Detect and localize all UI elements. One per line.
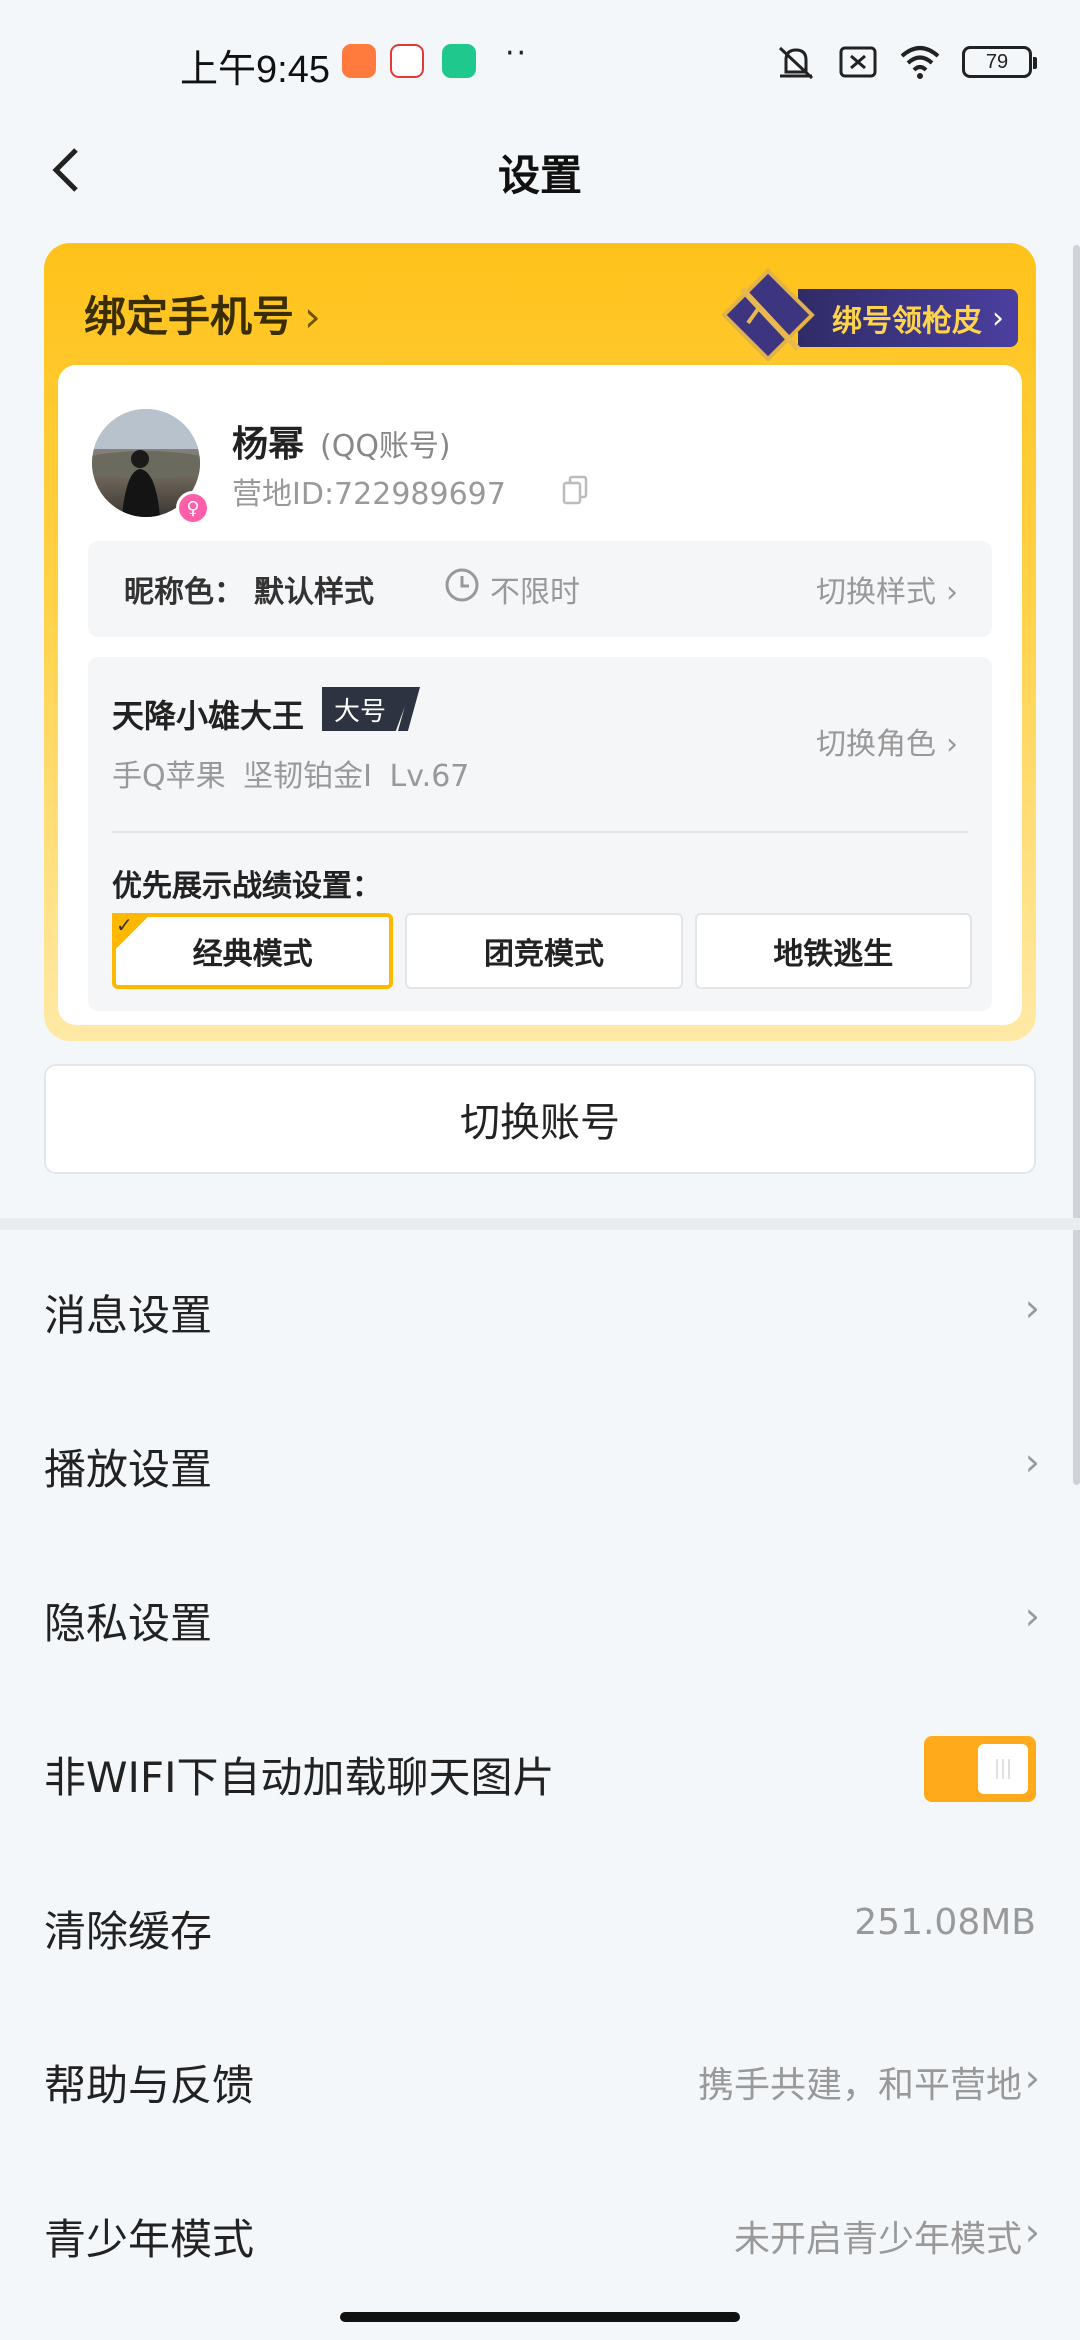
chevron-right-icon: › (1024, 2056, 1040, 2100)
nickname-color-row[interactable]: 昵称色： 默认样式 不限时 切换样式 › (88, 541, 992, 637)
account-card-body: ♀ 杨幂 (QQ账号) 营地ID:722989697 昵称色： 默认样式 不限时… (58, 365, 1022, 1025)
switch-style-link[interactable]: 切换样式 › (816, 567, 958, 611)
auto-load-images-toggle[interactable] (924, 1736, 1036, 1802)
mode-selector: ✓ 经典模式 团竞模式 地铁逃生 (112, 913, 972, 989)
priority-stats-label: 优先展示战绩设置： (112, 869, 382, 904)
switch-account-button[interactable]: 切换账号 (44, 1064, 1036, 1174)
copy-icon[interactable] (562, 475, 588, 505)
more-notifications-icon: ·· (505, 36, 529, 71)
main-account-badge-label: 大号 (334, 696, 387, 727)
mute-icon (778, 46, 814, 80)
security-app-icon (442, 44, 476, 78)
chevron-right-icon: › (1024, 1594, 1040, 1638)
help-feedback-value: 携手共建，和平营地 (697, 2065, 1022, 2106)
account-card: 绑定手机号 › 绑号领枪皮 › ♀ 杨幂 (QQ账号) 营地ID:722989697… (44, 243, 1036, 1041)
youth-mode-value: 未开启青少年模式 (733, 2219, 1022, 2260)
chevron-right-icon: › (304, 292, 321, 341)
clear-cache-row[interactable]: 清除缓存 251.08MB (0, 1846, 1080, 2000)
duration-label: 不限时 (490, 575, 580, 610)
clear-cache-label: 清除缓存 (44, 1907, 213, 1956)
message-settings-label: 消息设置 (44, 1291, 213, 1340)
promo-badge-label: 绑号领枪皮 (832, 304, 982, 339)
gun-skin-icon (721, 268, 815, 362)
help-feedback-label: 帮助与反馈 (44, 2061, 255, 2110)
clock-icon (445, 568, 479, 602)
auto-load-images-label: 非WIFI下自动加载聊天图片 (44, 1753, 555, 1802)
header: 设置 (0, 120, 1080, 220)
playback-settings-row[interactable]: 播放设置 › (0, 1384, 1080, 1538)
home-indicator[interactable] (340, 2312, 740, 2322)
role-details: 手Q苹果 坚韧铂金I Lv.67 (112, 759, 470, 794)
message-settings-row[interactable]: 消息设置 › (0, 1230, 1080, 1384)
female-gender-icon: ♀ (176, 491, 210, 525)
chevron-right-icon: › (992, 300, 1004, 336)
bind-phone-link[interactable]: 绑定手机号 › (84, 283, 321, 344)
mode-classic-label: 经典模式 (192, 937, 313, 972)
privacy-settings-row[interactable]: 隐私设置 › (0, 1538, 1080, 1692)
battery-icon: 79 (962, 46, 1037, 78)
toggle-knob (978, 1744, 1028, 1794)
section-divider (0, 1218, 1080, 1230)
nickname-color-value: 默认样式 (254, 575, 374, 610)
role-box: 天降小雄大王 大号 手Q苹果 坚韧铂金I Lv.67 切换角色 › 优先展示战绩设… (88, 657, 992, 1011)
page-title: 设置 (497, 151, 582, 200)
help-feedback-row[interactable]: 帮助与反馈 携手共建，和平营地 › (0, 2000, 1080, 2154)
mode-metro-button[interactable]: 地铁逃生 (694, 913, 972, 989)
mode-team-button[interactable]: 团竞模式 (405, 913, 683, 989)
wifi-icon (900, 46, 940, 79)
playback-settings-label: 播放设置 (44, 1445, 213, 1494)
role-name: 天降小雄大王 (112, 697, 305, 735)
youth-mode-label: 青少年模式 (44, 2215, 255, 2264)
switch-style-label: 切换样式 (816, 575, 936, 610)
status-time: 上午9:45 (180, 49, 330, 91)
chevron-right-icon: › (1024, 1440, 1040, 1484)
main-account-badge: 大号 (322, 687, 412, 731)
bind-phone-label: 绑定手机号 (84, 292, 295, 341)
news-app-icon (390, 44, 424, 78)
no-sim-icon (839, 46, 877, 78)
promo-banner[interactable]: 绑号领枪皮 › (718, 261, 1018, 362)
chevron-right-icon: › (1024, 2210, 1040, 2254)
chevron-right-icon: › (946, 727, 958, 762)
mode-team-label: 团竞模式 (483, 937, 604, 972)
account-type: (QQ账号) (320, 429, 451, 464)
auto-load-images-row: 非WIFI下自动加载聊天图片 (0, 1692, 1080, 1846)
switch-role-link[interactable]: 切换角色 › (816, 719, 958, 763)
shopping-app-icon (342, 44, 376, 78)
cache-size-value: 251.08MB (854, 1902, 1036, 1943)
status-right: 79 (774, 40, 1037, 84)
status-bar: 上午9:45 ·· 79 (0, 0, 1080, 120)
camp-id: 营地ID:722989697 (232, 477, 506, 512)
profile-name: 杨幂 (232, 424, 305, 465)
nickname-color-label: 昵称色： (124, 575, 244, 610)
chevron-right-icon: › (1024, 1286, 1040, 1330)
divider (112, 831, 968, 833)
promo-badge: 绑号领枪皮 › (798, 289, 1018, 347)
card-banner: 绑定手机号 › 绑号领枪皮 › (44, 243, 1036, 363)
chevron-right-icon: › (946, 575, 958, 610)
youth-mode-row[interactable]: 青少年模式 未开启青少年模式 › (0, 2154, 1080, 2308)
privacy-settings-label: 隐私设置 (44, 1599, 213, 1648)
selected-check-icon: ✓ (112, 913, 152, 953)
mode-classic-button[interactable]: ✓ 经典模式 (112, 913, 394, 989)
mode-metro-label: 地铁逃生 (773, 937, 894, 972)
switch-role-label: 切换角色 (816, 727, 936, 762)
